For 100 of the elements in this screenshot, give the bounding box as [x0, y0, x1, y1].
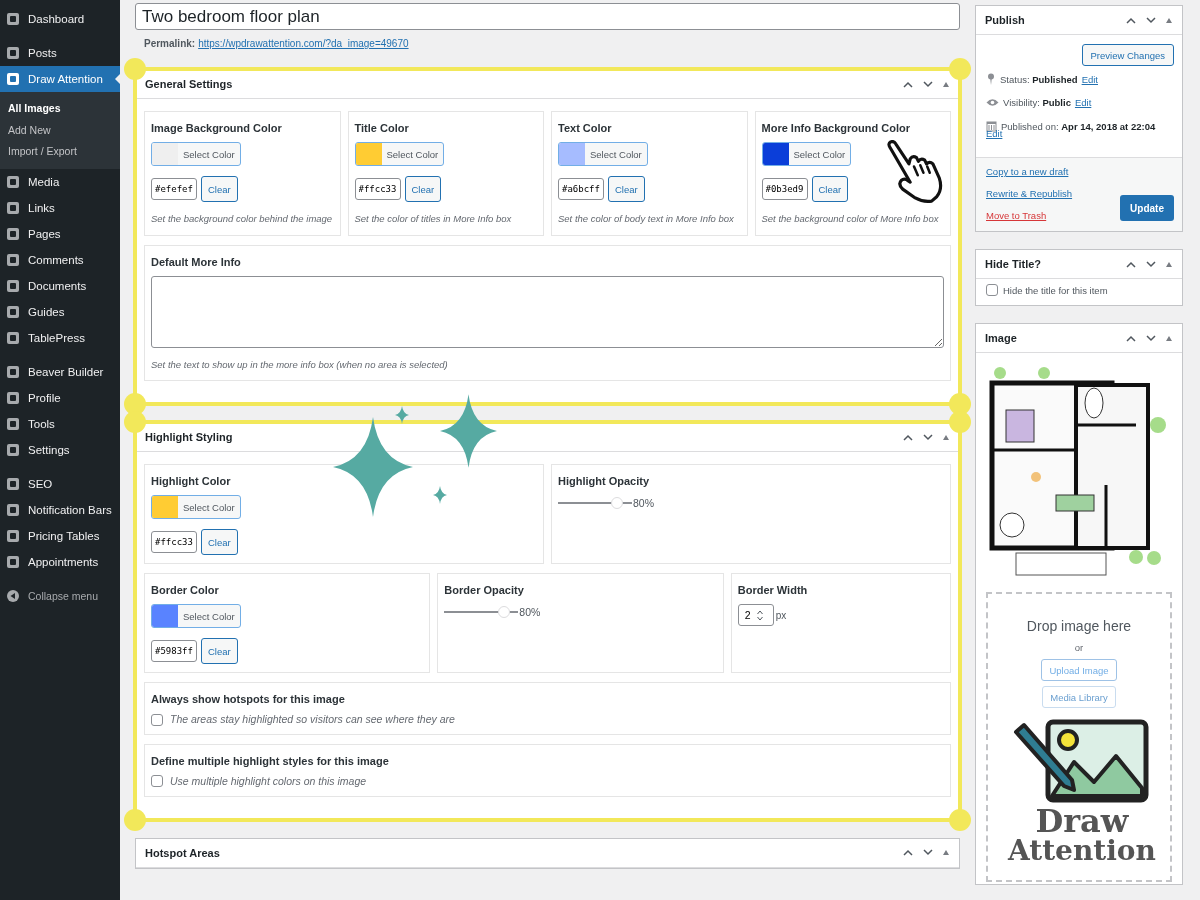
hex-input[interactable]: #efefef — [151, 178, 197, 200]
clear-button[interactable]: Clear — [201, 638, 238, 665]
menu-item[interactable]: Media — [0, 168, 120, 195]
move-down-icon[interactable] — [923, 80, 933, 88]
collapse-icon[interactable] — [943, 850, 949, 856]
menu-item[interactable]: Comments — [0, 246, 120, 273]
permalink-link[interactable]: https://wpdrawattention.com/?da_image=49670 — [198, 38, 409, 49]
menu-icon — [6, 174, 20, 189]
menu-icon — [6, 416, 20, 431]
move-up-icon[interactable] — [1126, 16, 1136, 24]
trash-link[interactable]: Move to Trash — [986, 210, 1073, 221]
clear-button[interactable]: Clear — [201, 529, 238, 556]
move-down-icon[interactable] — [1146, 260, 1156, 268]
field-description: Set the color of body text in More Info box — [558, 212, 734, 226]
checkbox[interactable] — [151, 713, 163, 726]
field-label: Border Width — [737, 584, 808, 597]
submenu-item[interactable]: Add New — [0, 119, 120, 141]
pointing-hand-icon — [885, 140, 943, 203]
action-link[interactable]: Copy to a new draft — [986, 166, 1073, 177]
menu-item[interactable]: Profile — [0, 384, 120, 411]
spinner-icon[interactable] — [756, 609, 763, 621]
move-up-icon[interactable] — [1126, 334, 1136, 342]
drop-or: or — [1074, 642, 1084, 653]
menu-item[interactable]: Notification Bars — [0, 496, 120, 523]
meta-text: Status: Published — [1000, 73, 1078, 85]
slider-thumb[interactable] — [611, 497, 624, 510]
menu-item[interactable]: Settings — [0, 436, 120, 463]
move-up-icon[interactable] — [903, 80, 913, 88]
update-button[interactable]: Update — [1120, 195, 1174, 221]
field-description: Set the color of titles in More Info box — [354, 212, 512, 226]
hex-input[interactable]: #5983ff — [151, 640, 197, 663]
select-color-button[interactable]: Select Color — [558, 142, 648, 166]
clear-button[interactable]: Clear — [608, 176, 645, 202]
preview-changes-button[interactable]: Preview Changes — [1081, 44, 1174, 66]
clear-button[interactable]: Clear — [404, 176, 442, 202]
title-field[interactable]: Two bedroom floor plan — [135, 3, 960, 30]
menu-item[interactable]: Pages — [0, 220, 120, 247]
box-title: Hide Title? — [985, 258, 1042, 270]
menu-item[interactable]: Appointments — [0, 548, 120, 575]
menu-item[interactable]: Guides — [0, 298, 120, 325]
menu-icon — [6, 554, 20, 569]
checkbox-label: The areas stay highlighted so visitors can see where they are — [170, 713, 455, 727]
more-info-textarea[interactable] — [151, 275, 944, 348]
collapse-menu-button[interactable]: Collapse menu — [0, 582, 120, 609]
menu-item[interactable]: Posts — [0, 40, 120, 66]
menu-item[interactable]: Draw Attention — [0, 66, 120, 92]
menu-item[interactable]: Links — [0, 194, 120, 221]
edit-link[interactable]: Edit — [1081, 73, 1098, 85]
select-color-button[interactable]: Select Color — [354, 142, 445, 166]
hex-input[interactable]: #ffcc33 — [354, 178, 401, 200]
hex-input[interactable]: #0b3ed9 — [761, 178, 808, 200]
clear-button[interactable]: Clear — [201, 176, 238, 202]
menu-item[interactable]: Beaver Builder — [0, 358, 120, 385]
collapse-icon[interactable] — [1166, 335, 1172, 341]
number-input[interactable]: 2 — [737, 604, 774, 627]
field-label: Image Background Color — [151, 122, 282, 134]
select-color-button[interactable]: Select Color — [151, 604, 241, 629]
move-up-icon[interactable] — [903, 433, 913, 441]
collapse-icon[interactable] — [943, 81, 949, 87]
collapse-icon[interactable] — [943, 434, 949, 440]
move-down-icon[interactable] — [1146, 334, 1156, 342]
submenu-item[interactable]: Import / Export — [0, 141, 120, 163]
field-label: Highlight Opacity — [558, 475, 650, 488]
field-label: Title Color — [354, 122, 409, 134]
box-title: Image — [985, 332, 1017, 344]
menu-item[interactable]: TablePress — [0, 324, 120, 351]
hex-input[interactable]: #a6bcff — [558, 178, 604, 200]
move-down-icon[interactable] — [1146, 16, 1156, 24]
menu-item[interactable]: Dashboard — [0, 6, 120, 32]
menu-icon — [6, 200, 20, 215]
menu-icon — [6, 502, 20, 517]
menu-item[interactable]: Pricing Tables — [0, 522, 120, 549]
action-link[interactable]: Rewrite & Republish — [986, 188, 1073, 199]
collapse-icon[interactable] — [1166, 17, 1172, 23]
field-label: Border Opacity — [444, 584, 524, 597]
slider-thumb[interactable] — [497, 606, 510, 619]
menu-icon — [6, 252, 20, 267]
hex-input[interactable]: #ffcc33 — [151, 531, 197, 554]
edit-link[interactable]: Edit — [1074, 97, 1092, 108]
move-down-icon[interactable] — [923, 849, 933, 857]
menu-icon — [6, 12, 20, 26]
checkbox[interactable] — [151, 775, 163, 788]
clear-button[interactable]: Clear — [811, 176, 849, 202]
move-up-icon[interactable] — [903, 849, 913, 857]
move-up-icon[interactable] — [1126, 260, 1136, 268]
menu-item[interactable]: Tools — [0, 410, 120, 437]
menu-icon — [6, 390, 20, 405]
submenu-item[interactable]: All Images — [0, 98, 120, 120]
select-color-button[interactable]: Select Color — [761, 142, 852, 166]
select-color-button[interactable]: Select Color — [151, 495, 241, 520]
menu-item[interactable]: Documents — [0, 272, 120, 299]
checkbox[interactable] — [986, 284, 998, 296]
collapse-icon[interactable] — [1166, 261, 1172, 267]
menu-icon — [6, 72, 20, 86]
field-description: Set the background color of More Info box — [761, 212, 939, 226]
menu-item[interactable]: SEO — [0, 470, 120, 497]
move-down-icon[interactable] — [923, 433, 933, 441]
field-description: Set the background color behind the image — [151, 212, 333, 226]
sparkle-icon — [440, 394, 497, 468]
select-color-button[interactable]: Select Color — [151, 142, 241, 166]
